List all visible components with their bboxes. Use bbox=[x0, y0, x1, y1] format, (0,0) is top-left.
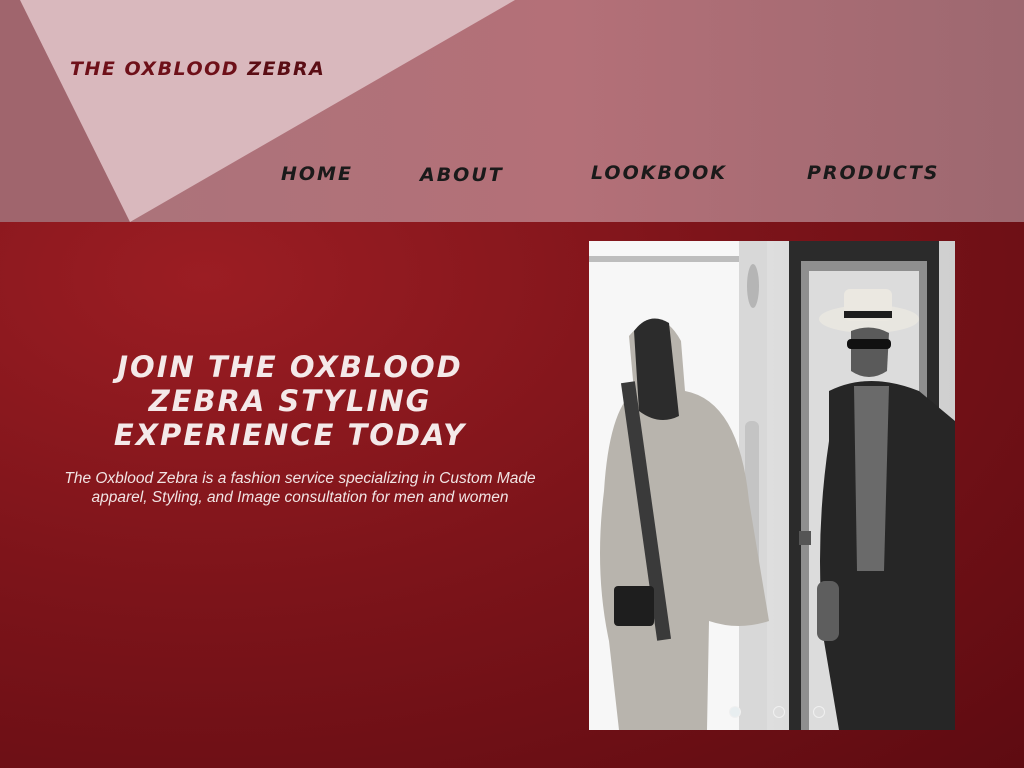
nav-item-products[interactable]: PRODUCTS bbox=[807, 162, 940, 184]
slide-dot-icon[interactable] bbox=[729, 706, 741, 718]
site-header: THE OXBLOOD ZEBRA HOME ABOUT LOOKBOOK PR… bbox=[0, 0, 1024, 222]
nav-item-about[interactable]: ABOUT bbox=[420, 164, 504, 186]
hero-title: JOIN THE OXBLOOD ZEBRA STYLING EXPERIENC… bbox=[113, 350, 467, 452]
slide-dot-icon[interactable] bbox=[813, 706, 825, 718]
hero-description: The Oxblood Zebra is a fashion service s… bbox=[64, 470, 536, 506]
nav-item-lookbook[interactable]: LOOKBOOK bbox=[591, 162, 727, 184]
slide-indicators bbox=[589, 706, 955, 722]
logo-word-2: ZEBRA bbox=[247, 58, 326, 80]
main-nav: HOME ABOUT LOOKBOOK PRODUCTS bbox=[0, 160, 1024, 190]
site-logo[interactable]: THE OXBLOOD ZEBRA bbox=[70, 58, 325, 80]
nav-item-home[interactable]: HOME bbox=[281, 163, 353, 185]
hero-slideshow[interactable] bbox=[589, 241, 955, 730]
logo-word-1: THE OXBLOOD bbox=[70, 58, 240, 80]
slide-photo bbox=[589, 241, 955, 730]
slide-dot-icon[interactable] bbox=[773, 706, 785, 718]
